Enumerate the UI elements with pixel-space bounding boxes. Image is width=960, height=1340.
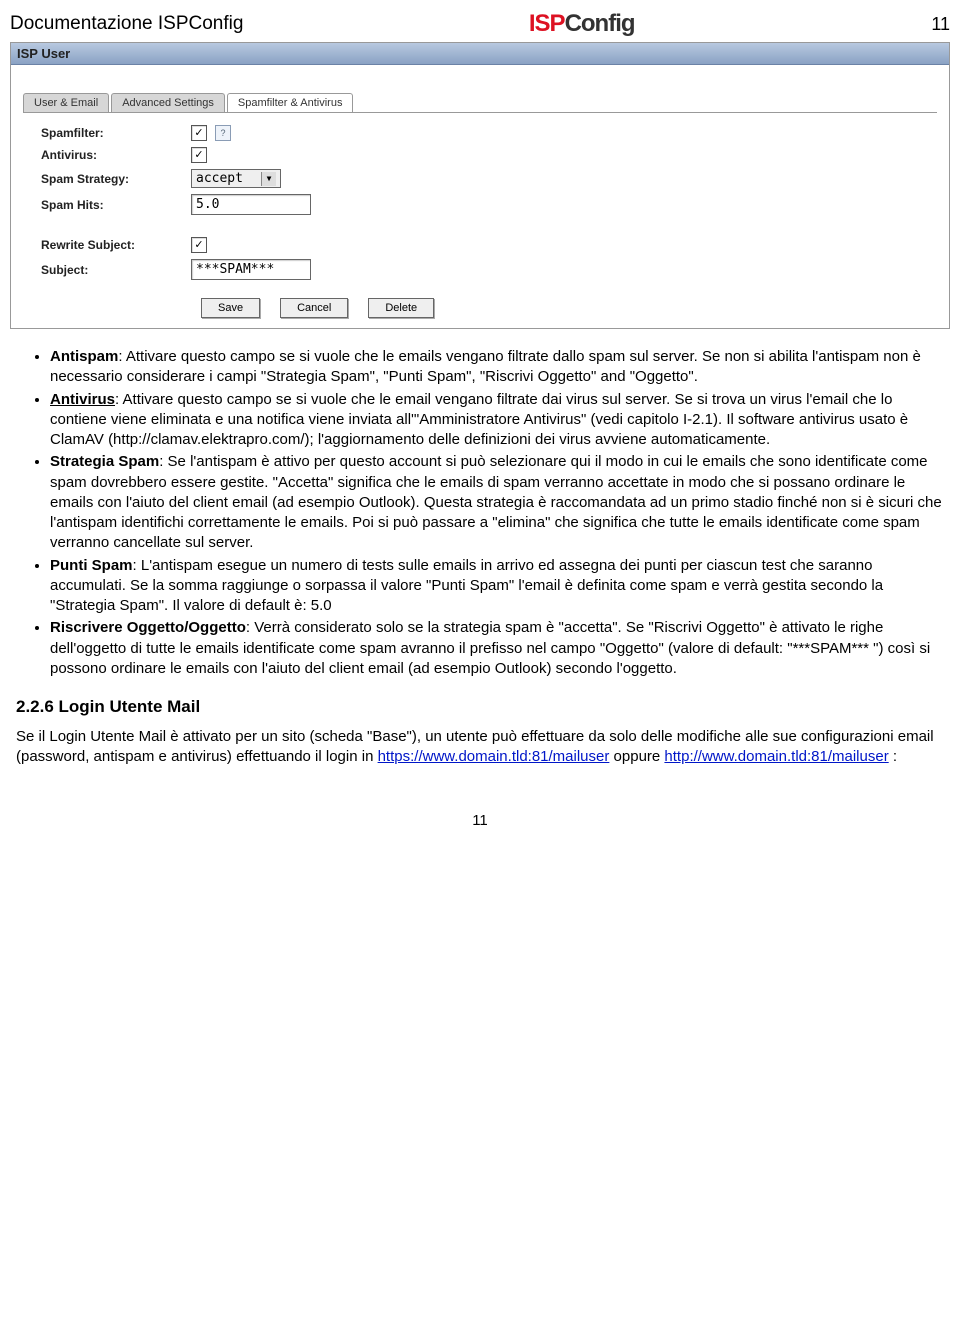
save-button[interactable]: Save [201,298,260,318]
page-number-top: 11 [920,14,950,35]
list-item: Antispam: Attivare questo campo se si vu… [50,347,950,388]
page-number-bottom: 11 [10,812,950,829]
rewrite-subject-label: Rewrite Subject: [41,238,191,252]
tab-user-email[interactable]: User & Email [23,93,109,112]
list-item: Riscrivere Oggetto/Oggetto: Verrà consid… [50,618,950,679]
tab-spamfilter-antivirus[interactable]: Spamfilter & Antivirus [227,93,354,112]
section-paragraph: Se il Login Utente Mail è attivato per u… [16,727,944,768]
help-icon[interactable]: ? [215,125,231,141]
subject-input[interactable]: ***SPAM*** [191,259,311,280]
antivirus-label: Antivirus: [41,148,191,162]
list-item: Strategia Spam: Se l'antispam è attivo p… [50,452,950,553]
isp-user-panel: ISP User User & Email Advanced Settings … [10,42,950,329]
subject-label: Subject: [41,263,191,277]
bullet-list: Antispam: Attivare questo campo se si vu… [50,347,950,679]
mailuser-https-link[interactable]: https://www.domain.tld:81/mailuser [378,748,610,765]
spam-strategy-label: Spam Strategy: [41,172,191,186]
spamfilter-checkbox[interactable]: ✓ [191,125,207,141]
spam-hits-input[interactable]: 5.0 [191,194,311,215]
rewrite-subject-checkbox[interactable]: ✓ [191,237,207,253]
spamfilter-label: Spamfilter: [41,126,191,140]
spam-hits-label: Spam Hits: [41,198,191,212]
list-item: Antivirus: Attivare questo campo se si v… [50,390,950,451]
chevron-down-icon: ▼ [261,172,276,186]
cancel-button[interactable]: Cancel [280,298,348,318]
section-heading: 2.2.6 Login Utente Mail [16,697,950,717]
logo: ISPConfig [243,10,920,38]
antivirus-checkbox[interactable]: ✓ [191,147,207,163]
tab-advanced-settings[interactable]: Advanced Settings [111,93,225,112]
mailuser-http-link[interactable]: http://www.domain.tld:81/mailuser [664,748,888,765]
list-item: Punti Spam: L'antispam esegue un numero … [50,556,950,617]
doc-title: Documentazione ISPConfig [10,13,243,35]
spam-strategy-value: accept [196,171,243,186]
spam-strategy-select[interactable]: accept ▼ [191,169,281,188]
panel-title: ISP User [11,43,949,65]
tab-bar: User & Email Advanced Settings Spamfilte… [23,93,949,112]
delete-button[interactable]: Delete [368,298,434,318]
